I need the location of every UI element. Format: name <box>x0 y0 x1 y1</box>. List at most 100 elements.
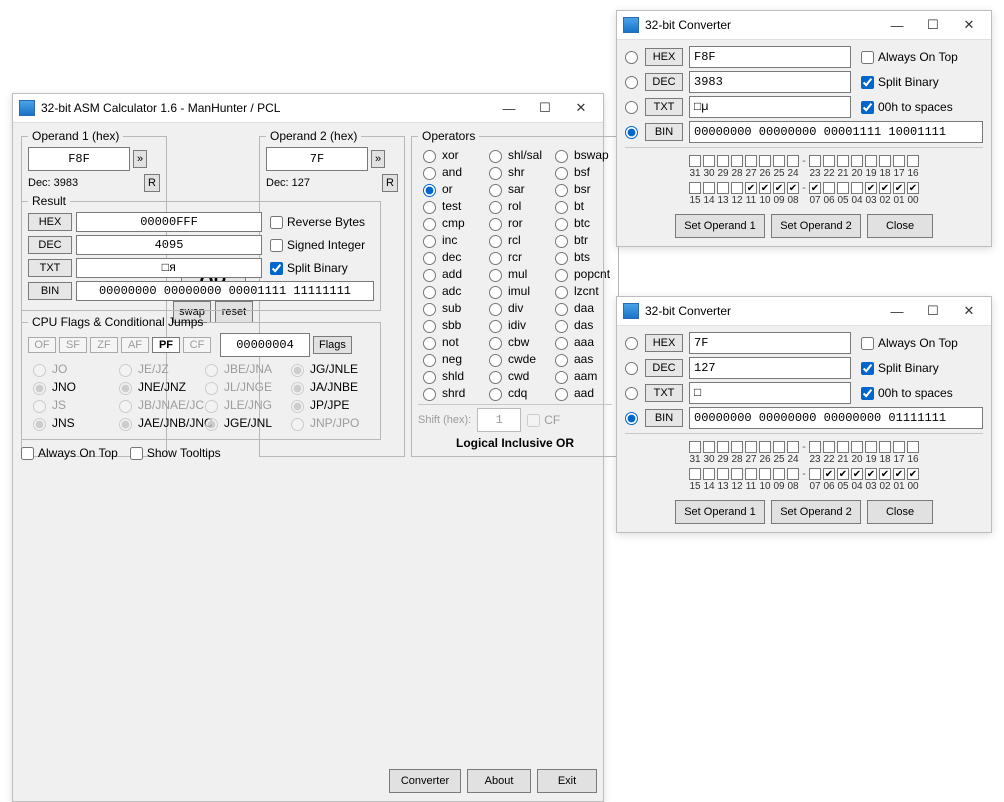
converter-button[interactable]: Converter <box>389 769 461 793</box>
operator-xor[interactable]: xor <box>418 147 480 163</box>
bit-11-box[interactable] <box>745 468 757 480</box>
operator-shl-sal[interactable]: shl/sal <box>484 147 546 163</box>
operator-lzcnt[interactable]: lzcnt <box>550 283 612 299</box>
split-binary-checkbox[interactable] <box>861 76 874 89</box>
operator-mul[interactable]: mul <box>484 266 546 282</box>
bin-field[interactable] <box>689 121 983 143</box>
bit-24-box[interactable] <box>787 155 799 167</box>
operator-neg[interactable]: neg <box>418 351 480 367</box>
flag-pf[interactable]: PF <box>152 337 180 353</box>
operator-das[interactable]: das <box>550 317 612 333</box>
bit-15-box[interactable] <box>689 468 701 480</box>
operator-sbb[interactable]: sbb <box>418 317 480 333</box>
operator-rcl[interactable]: rcl <box>484 232 546 248</box>
bit-9-box[interactable] <box>773 468 785 480</box>
bit-6-box[interactable]: ✔ <box>823 468 835 480</box>
bit-4-box[interactable] <box>851 182 863 194</box>
maximize-button[interactable]: ☐ <box>527 98 563 118</box>
bit-24-box[interactable] <box>787 441 799 453</box>
bit-1-box[interactable]: ✔ <box>893 468 905 480</box>
operand2-reset-button[interactable]: R <box>382 174 398 192</box>
operator-btc[interactable]: btc <box>550 215 612 231</box>
operator-shld[interactable]: shld <box>418 368 480 384</box>
bit-20-box[interactable] <box>851 155 863 167</box>
operator-bts[interactable]: bts <box>550 249 612 265</box>
bit-26-box[interactable] <box>759 155 771 167</box>
format-dec-label[interactable]: DEC <box>645 359 683 377</box>
dec-field[interactable] <box>689 71 851 93</box>
bit-12-box[interactable] <box>731 182 743 194</box>
split-binary-checkbox[interactable] <box>270 262 283 275</box>
format-txt-label[interactable]: TXT <box>645 98 683 116</box>
bit-1-box[interactable]: ✔ <box>893 182 905 194</box>
format-bin-radio[interactable] <box>625 126 638 139</box>
bit-0-box[interactable]: ✔ <box>907 182 919 194</box>
bit-7-box[interactable]: ✔ <box>809 182 821 194</box>
operator-rcr[interactable]: rcr <box>484 249 546 265</box>
bit-0-box[interactable]: ✔ <box>907 468 919 480</box>
hex-field[interactable] <box>689 46 851 68</box>
close-button-footer[interactable]: Close <box>867 500 933 524</box>
always-on-top-checkbox[interactable] <box>21 447 34 460</box>
set-operand-1-button[interactable]: Set Operand 1 <box>675 214 765 238</box>
operand2-input[interactable] <box>266 147 368 171</box>
format-dec-radio[interactable] <box>625 76 638 89</box>
operator-ror[interactable]: ror <box>484 215 546 231</box>
bit-10-box[interactable] <box>759 468 771 480</box>
operator-imul[interactable]: imul <box>484 283 546 299</box>
format-txt-label[interactable]: TXT <box>645 384 683 402</box>
operator-aam[interactable]: aam <box>550 368 612 384</box>
bit-13-box[interactable] <box>717 468 729 480</box>
operator-idiv[interactable]: idiv <box>484 317 546 333</box>
format-bin-label[interactable]: BIN <box>645 123 683 141</box>
operator-aas[interactable]: aas <box>550 351 612 367</box>
bit-27-box[interactable] <box>745 441 757 453</box>
bit-8-box[interactable] <box>787 468 799 480</box>
bit-21-box[interactable] <box>837 155 849 167</box>
operator-bswap[interactable]: bswap <box>550 147 612 163</box>
bit-3-box[interactable]: ✔ <box>865 182 877 194</box>
bin-field[interactable] <box>689 407 983 429</box>
format-dec-radio[interactable] <box>625 362 638 375</box>
close-button[interactable]: ✕ <box>563 98 599 118</box>
operator-shrd[interactable]: shrd <box>418 385 480 401</box>
bit-31-box[interactable] <box>689 441 701 453</box>
format-hex-radio[interactable] <box>625 337 638 350</box>
flag-sf[interactable]: SF <box>59 337 87 353</box>
exit-button[interactable]: Exit <box>537 769 597 793</box>
bit-18-box[interactable] <box>879 441 891 453</box>
bit-13-box[interactable] <box>717 182 729 194</box>
reverse-bytes-checkbox[interactable] <box>270 216 283 229</box>
operator-daa[interactable]: daa <box>550 300 612 316</box>
operand1-reset-button[interactable]: R <box>144 174 160 192</box>
maximize-button[interactable]: ☐ <box>915 301 951 321</box>
bit-16-box[interactable] <box>907 441 919 453</box>
flag-af[interactable]: AF <box>121 337 149 353</box>
show-tooltips-checkbox[interactable] <box>130 447 143 460</box>
operator-popcnt[interactable]: popcnt <box>550 266 612 282</box>
operator-bsf[interactable]: bsf <box>550 164 612 180</box>
bit-15-box[interactable] <box>689 182 701 194</box>
maximize-button[interactable]: ☐ <box>915 15 951 35</box>
bit-9-box[interactable]: ✔ <box>773 182 785 194</box>
operator-rol[interactable]: rol <box>484 198 546 214</box>
result-hex-button[interactable]: HEX <box>28 213 72 231</box>
bit-18-box[interactable] <box>879 155 891 167</box>
operand1-input[interactable] <box>28 147 130 171</box>
bit-7-box[interactable] <box>809 468 821 480</box>
format-hex-label[interactable]: HEX <box>645 334 683 352</box>
format-hex-radio[interactable] <box>625 51 638 64</box>
operator-cwd[interactable]: cwd <box>484 368 546 384</box>
bit-6-box[interactable] <box>823 182 835 194</box>
bit-12-box[interactable] <box>731 468 743 480</box>
bit-27-box[interactable] <box>745 155 757 167</box>
operator-test[interactable]: test <box>418 198 480 214</box>
bit-11-box[interactable]: ✔ <box>745 182 757 194</box>
bit-2-box[interactable]: ✔ <box>879 468 891 480</box>
close-button[interactable]: ✕ <box>951 15 987 35</box>
set-operand-2-button[interactable]: Set Operand 2 <box>771 214 861 238</box>
bit-26-box[interactable] <box>759 441 771 453</box>
operator-aad[interactable]: aad <box>550 385 612 401</box>
bit-19-box[interactable] <box>865 155 877 167</box>
format-bin-radio[interactable] <box>625 412 638 425</box>
